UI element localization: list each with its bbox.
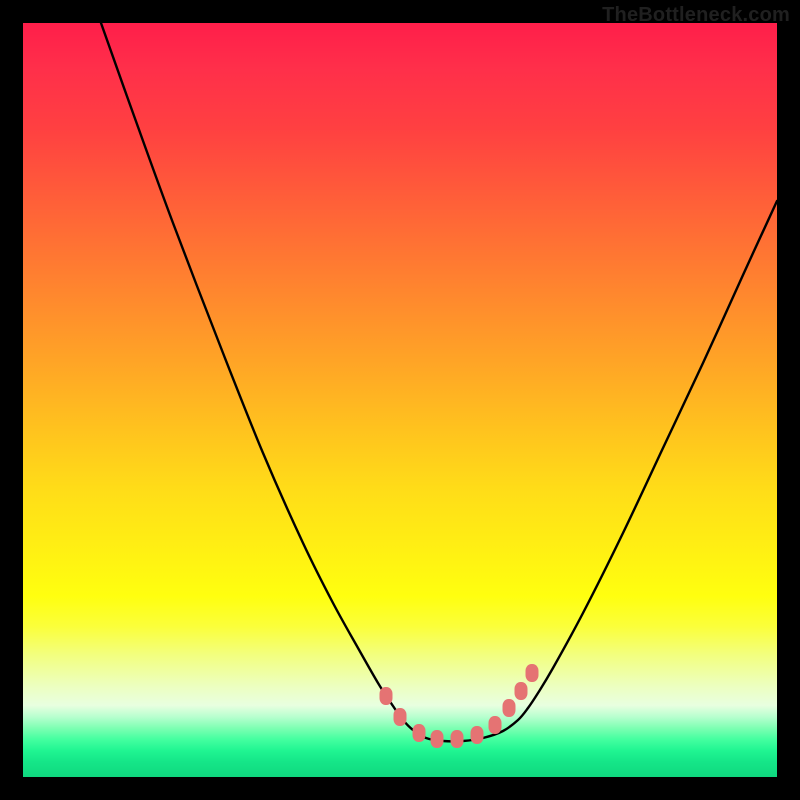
valley-marker [489,716,502,734]
watermark-text: TheBottleneck.com [602,4,790,27]
valley-marker [526,664,539,682]
valley-marker [503,699,516,717]
valley-marker [394,708,407,726]
valley-marker [451,730,464,748]
bottleneck-curve-path [101,23,777,741]
chart-frame: TheBottleneck.com [0,0,800,800]
valley-marker [515,682,528,700]
curve-svg [23,23,777,777]
valley-marker [413,724,426,742]
valley-marker [431,730,444,748]
valley-marker [380,687,393,705]
valley-marker [471,726,484,744]
valley-marker-group [380,664,539,748]
plot-area [23,23,777,777]
